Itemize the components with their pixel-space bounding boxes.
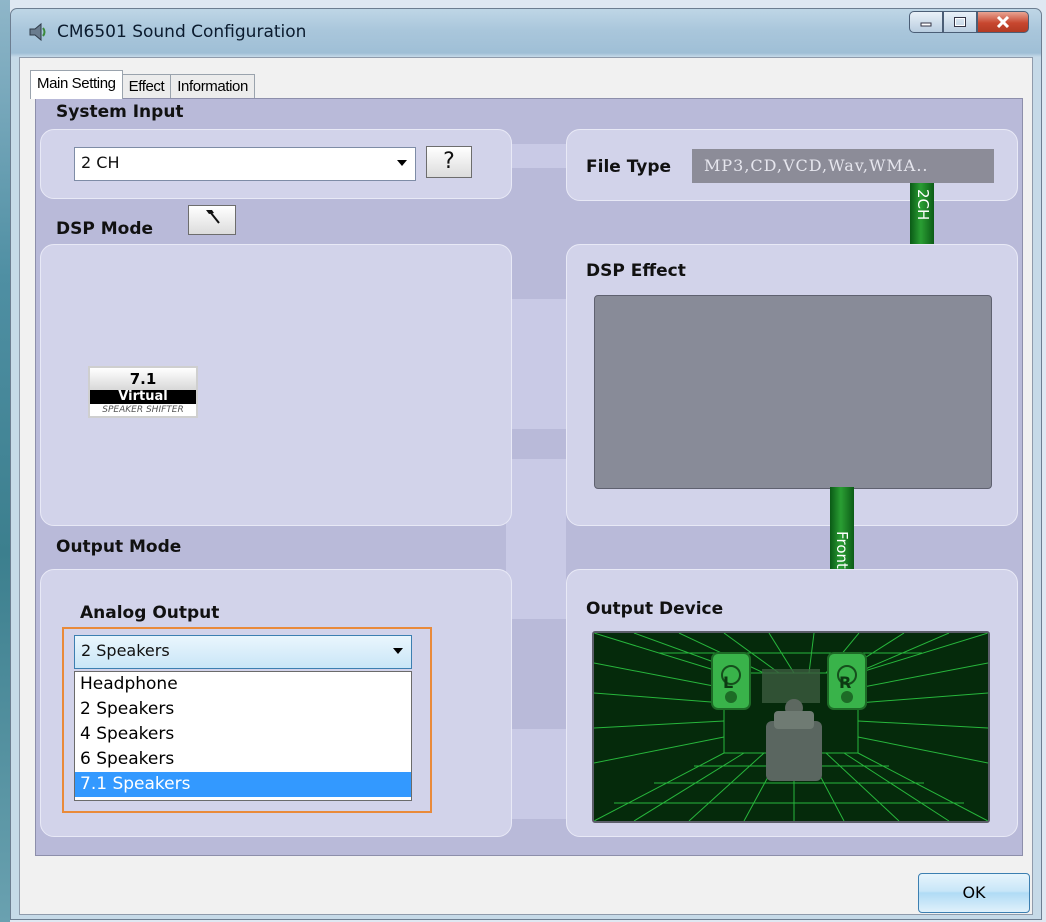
- file-type-value: MP3,CD,VCD,Wav,WMA..: [692, 149, 994, 183]
- tab-main-setting[interactable]: Main Setting: [30, 70, 123, 99]
- window-frame: CM6501 Sound Configuration Main Setting …: [10, 8, 1042, 920]
- dsp-mode-heading: DSP Mode: [56, 219, 154, 239]
- speaker-room-graphic: [594, 633, 988, 821]
- connector: [506, 144, 566, 168]
- ok-button[interactable]: OK: [918, 873, 1030, 913]
- file-type-label: File Type: [586, 157, 672, 177]
- tab-information[interactable]: Information: [170, 74, 255, 99]
- tab-effect[interactable]: Effect: [121, 74, 172, 99]
- badge-middle-text: Virtual: [118, 389, 168, 404]
- window-controls: [909, 11, 1029, 33]
- hammer-icon: [206, 210, 220, 224]
- badge-bottom-text: SPEAKER SHIFTER: [90, 404, 196, 416]
- chevron-down-icon: [393, 648, 403, 654]
- chevron-down-icon: [397, 160, 407, 166]
- virtual-speaker-shifter-badge[interactable]: 7.1 Virtual SPEAKER SHIFTER: [88, 366, 198, 418]
- speaker-app-icon: [29, 22, 46, 42]
- right-speaker-label: R: [839, 673, 852, 692]
- maximize-button[interactable]: [943, 11, 977, 33]
- close-button[interactable]: [977, 11, 1029, 33]
- system-input-heading: System Input: [56, 102, 184, 122]
- option-2-speakers[interactable]: 2 Speakers: [75, 697, 411, 722]
- app-window: CM6501 Sound Configuration Main Setting …: [0, 0, 1046, 922]
- main-setting-panel: System Input 2 CH ? File Type MP3,CD,VCD…: [35, 98, 1023, 856]
- analog-output-select[interactable]: 2 Speakers: [74, 635, 412, 669]
- analog-output-label: Analog Output: [80, 603, 220, 623]
- option-6-speakers[interactable]: 6 Speakers: [75, 747, 411, 772]
- title-bar[interactable]: CM6501 Sound Configuration: [11, 9, 1041, 53]
- minimize-button[interactable]: [909, 11, 943, 33]
- maximize-icon: [954, 17, 966, 27]
- connector: [506, 459, 566, 619]
- window-title: CM6501 Sound Configuration: [57, 22, 307, 42]
- connector: [506, 729, 566, 819]
- output-device-visual: L R: [592, 631, 990, 823]
- option-7-1-speakers[interactable]: 7.1 Speakers: [75, 772, 411, 797]
- analog-output-value: 2 Speakers: [81, 641, 170, 660]
- system-input-select[interactable]: 2 CH: [74, 147, 416, 181]
- dsp-tool-button[interactable]: [188, 205, 236, 235]
- dsp-effect-heading: DSP Effect: [586, 261, 686, 281]
- system-input-value: 2 CH: [81, 153, 120, 172]
- help-button[interactable]: ?: [426, 146, 472, 178]
- left-speaker-label: L: [723, 673, 734, 692]
- dialog-client-area: Main Setting Effect Information System I…: [19, 57, 1033, 915]
- front-tag: Front: [833, 531, 851, 569]
- option-headphone[interactable]: Headphone: [75, 672, 411, 697]
- analog-output-dropdown: Headphone 2 Speakers 4 Speakers 6 Speake…: [74, 671, 412, 801]
- output-mode-heading: Output Mode: [56, 537, 182, 557]
- desktop-background: [0, 0, 10, 922]
- tab-strip: Main Setting Effect Information: [30, 70, 255, 99]
- close-icon: [996, 16, 1010, 28]
- output-device-heading: Output Device: [586, 599, 724, 619]
- badge-top-text: 7.1: [90, 368, 196, 390]
- dsp-effect-display: [594, 295, 992, 489]
- channel-tag: 2CH: [914, 189, 932, 221]
- minimize-icon: [920, 22, 932, 27]
- connector: [506, 299, 566, 429]
- option-4-speakers[interactable]: 4 Speakers: [75, 722, 411, 747]
